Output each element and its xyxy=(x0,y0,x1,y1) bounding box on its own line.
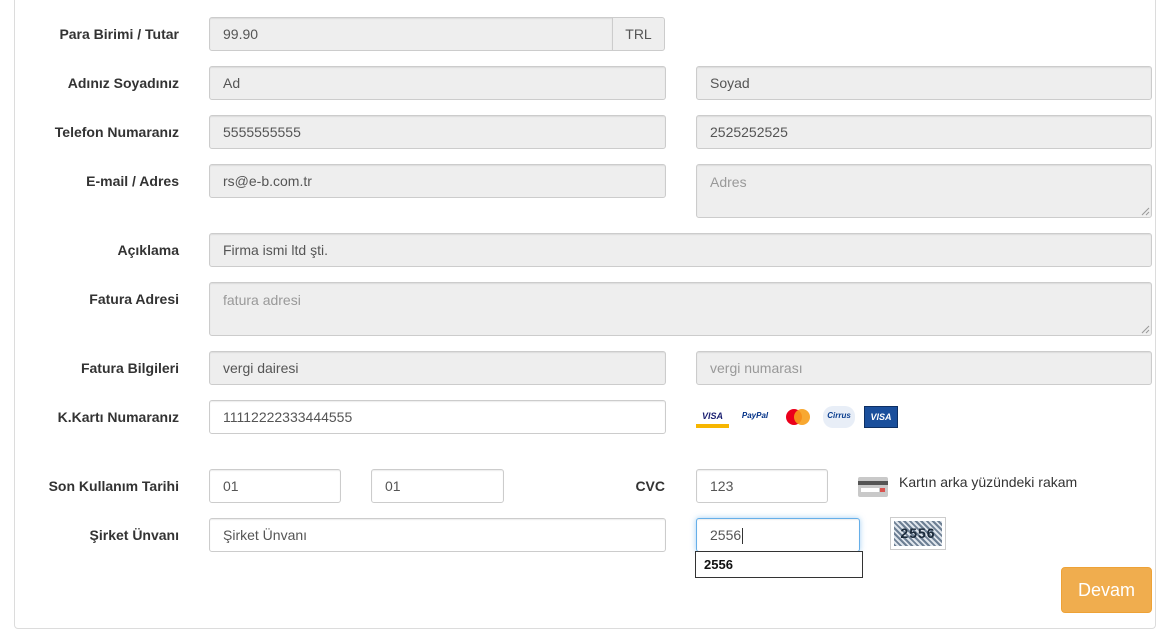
card-number-field[interactable]: 11112222333444555 xyxy=(209,400,666,434)
company-field[interactable]: Şirket Ünvanı xyxy=(209,518,666,552)
captcha-image-text: 2556 xyxy=(894,521,942,546)
description-label: Açıklama xyxy=(117,242,179,258)
amount-field[interactable]: 99.90 xyxy=(209,17,613,51)
phone2-field[interactable]: 2525252525 xyxy=(696,115,1152,149)
captcha-input[interactable]: 2556 xyxy=(696,518,860,552)
address-placeholder: Adres xyxy=(710,174,747,190)
email-field[interactable]: rs@e-b.com.tr xyxy=(209,164,666,198)
visa-logo-icon: VISA xyxy=(696,406,729,428)
paypal-logo-icon: PayPal xyxy=(738,406,772,428)
resize-grip-icon[interactable] xyxy=(1140,324,1150,334)
invoice-info-label: Fatura Bilgileri xyxy=(80,360,179,376)
cvc-note: Kartın arka yüzündeki rakam xyxy=(899,474,1078,490)
expiry-year-field[interactable]: 01 xyxy=(371,469,504,503)
expiry-label: Son Kullanım Tarihi xyxy=(48,478,179,494)
description-field[interactable]: Firma ismi ltd şti. xyxy=(209,233,1152,267)
autocomplete-suggestion[interactable]: 2556 xyxy=(695,551,863,578)
resize-grip-icon[interactable] xyxy=(1140,206,1150,216)
continue-button[interactable]: Devam xyxy=(1061,567,1152,613)
cvc-field[interactable]: 123 xyxy=(696,469,828,503)
invoice-address-textarea[interactable]: fatura adresi xyxy=(209,282,1152,336)
invoice-address-placeholder: fatura adresi xyxy=(223,292,301,308)
phone-label: Telefon Numaranız xyxy=(54,124,179,140)
first-name-field[interactable]: Ad xyxy=(209,66,666,100)
tax-number-field[interactable]: vergi numarası xyxy=(696,351,1152,385)
visa-debit-logo-icon: VISA xyxy=(864,406,898,428)
company-label: Şirket Ünvanı xyxy=(89,527,179,543)
captcha-input-value: 2556 xyxy=(710,527,742,543)
currency-addon: TRL xyxy=(612,17,665,51)
name-label: Adınız Soyadınız xyxy=(67,75,179,91)
cirrus-logo-icon: Cirrus xyxy=(823,406,855,428)
card-back-icon xyxy=(858,477,888,497)
captcha-image: 2556 xyxy=(890,517,946,550)
card-number-label: K.Kartı Numaranız xyxy=(57,409,179,425)
invoice-address-label: Fatura Adresi xyxy=(89,291,179,307)
cvc-label: CVC xyxy=(635,478,665,494)
amount-label: Para Birimi / Tutar xyxy=(59,26,179,42)
address-textarea[interactable]: Adres xyxy=(696,164,1152,218)
phone1-field[interactable]: 5555555555 xyxy=(209,115,666,149)
mastercard-logo-icon xyxy=(782,406,814,428)
last-name-field[interactable]: Soyad xyxy=(696,66,1152,100)
expiry-month-field[interactable]: 01 xyxy=(209,469,341,503)
email-label: E-mail / Adres xyxy=(86,173,179,189)
tax-office-field[interactable]: vergi dairesi xyxy=(209,351,666,385)
